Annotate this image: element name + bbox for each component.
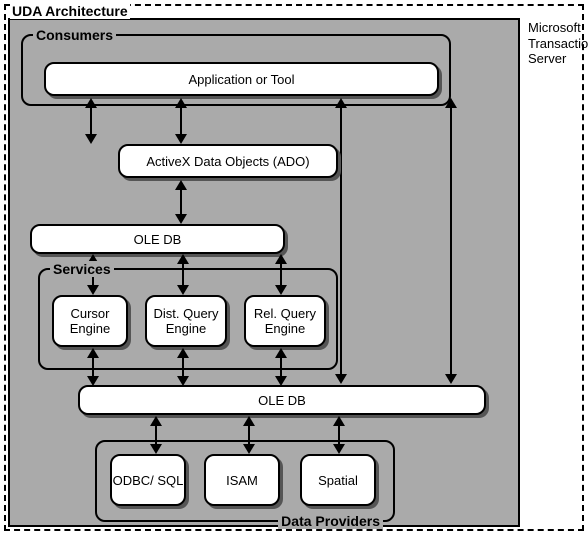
cursor-engine-node: Cursor Engine: [52, 295, 128, 347]
arrow-bidirectional-icon: [92, 356, 94, 378]
diagram-container: UDA Architecture Microsoft Transaction S…: [0, 0, 588, 535]
node-label: Rel. Query Engine: [246, 306, 324, 336]
isam-node: ISAM: [204, 454, 280, 506]
uda-architecture-box: Consumers Application or Tool ActiveX Da…: [8, 18, 520, 527]
arrow-bidirectional-icon: [280, 356, 282, 378]
node-label: ISAM: [226, 473, 258, 488]
application-or-tool-node: Application or Tool: [44, 62, 439, 96]
mts-label: Microsoft Transaction Server: [528, 20, 588, 67]
arrow-bidirectional-icon: [180, 106, 182, 136]
node-label: Spatial: [318, 473, 358, 488]
node-label: OLE DB: [258, 393, 306, 408]
node-label: Cursor Engine: [54, 306, 126, 336]
node-label: Application or Tool: [189, 72, 295, 87]
diagram-title: UDA Architecture: [10, 3, 130, 19]
dist-query-engine-node: Dist. Query Engine: [145, 295, 227, 347]
arrow-bidirectional-icon: [182, 356, 184, 378]
node-label: Dist. Query Engine: [147, 306, 225, 336]
arrow-bidirectional-icon: [90, 106, 92, 136]
node-label: ActiveX Data Objects (ADO): [146, 154, 309, 169]
ado-node: ActiveX Data Objects (ADO): [118, 144, 338, 178]
odbc-sql-node: ODBC/ SQL: [110, 454, 186, 506]
spatial-node: Spatial: [300, 454, 376, 506]
services-group-title: Services: [50, 261, 114, 277]
arrow-bidirectional-icon: [340, 106, 342, 376]
node-label: ODBC/ SQL: [113, 473, 184, 488]
arrow-bidirectional-icon: [450, 106, 452, 376]
data-providers-group-title: Data Providers: [278, 513, 383, 529]
node-label: OLE DB: [134, 232, 182, 247]
consumers-group-title: Consumers: [33, 27, 116, 43]
oledb-lower-node: OLE DB: [78, 385, 486, 415]
rel-query-engine-node: Rel. Query Engine: [244, 295, 326, 347]
oledb-upper-node: OLE DB: [30, 224, 285, 254]
arrow-bidirectional-icon: [180, 188, 182, 216]
